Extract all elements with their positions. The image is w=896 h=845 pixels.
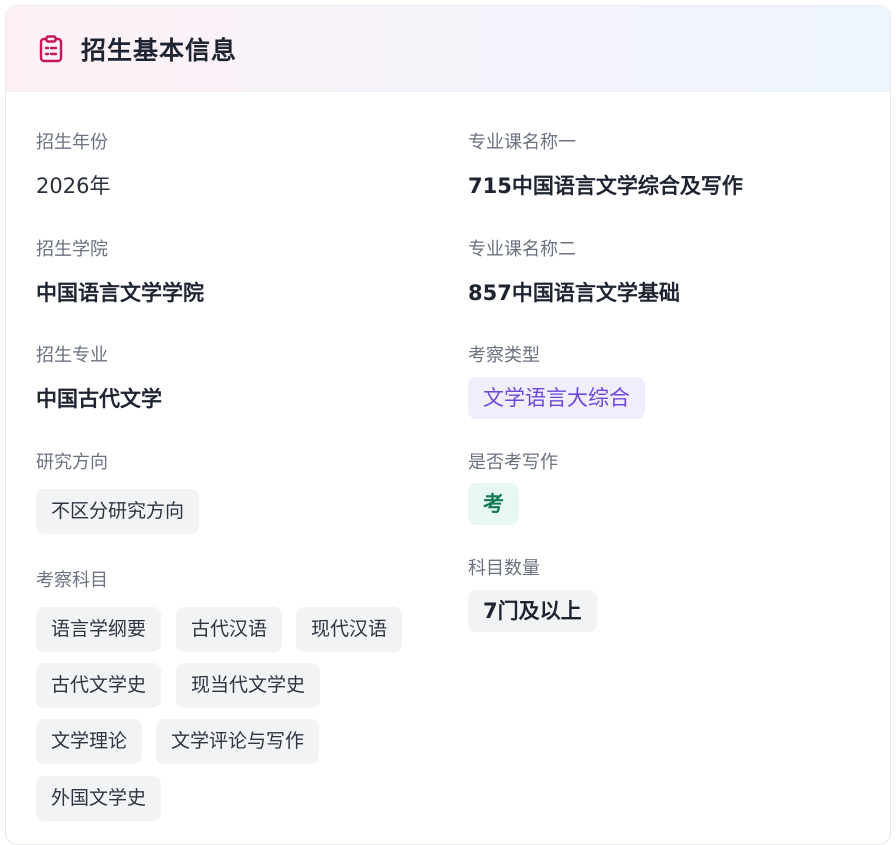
direction-tag: 不区分研究方向	[36, 489, 200, 534]
subject-tag: 文学评论与写作	[156, 719, 320, 764]
subject-tag: 外国文学史	[36, 776, 162, 821]
subject-tag: 现当代文学史	[176, 663, 321, 708]
major-value: 中国古代文学	[36, 387, 162, 411]
card-title: 招生基本信息	[81, 35, 238, 65]
subject-count-label: 科目数量	[468, 558, 540, 579]
college-value: 中国语言文学学院	[36, 281, 204, 305]
course1-label: 专业课名称一	[468, 132, 576, 153]
writing-label: 是否考写作	[468, 452, 558, 473]
writing-tag: 考	[468, 483, 519, 525]
major-label: 招生专业	[36, 345, 108, 366]
subject-tag: 语言学纲要	[36, 607, 162, 652]
direction-label: 研究方向	[36, 452, 108, 473]
subject-tag: 古代汉语	[176, 607, 283, 652]
college-label: 招生学院	[36, 239, 108, 260]
course2-label: 专业课名称二	[468, 239, 576, 260]
course1-value: 715中国语言文学综合及写作	[468, 174, 743, 198]
subject-tag: 古代文学史	[36, 663, 162, 708]
course2-value: 857中国语言文学基础	[468, 281, 680, 305]
subjects-label: 考察科目	[36, 570, 108, 591]
subject-tag: 现代汉语	[296, 607, 403, 652]
exam-type-tag: 文学语言大综合	[468, 377, 645, 419]
subject-tag: 文学理论	[36, 719, 143, 764]
admission-info-card: 招生基本信息 招生年份 2026年 招生学院 中国语言文学学院 招生专业 中国古…	[5, 5, 891, 845]
subject-count-tag: 7门及以上	[468, 590, 597, 632]
year-label: 招生年份	[36, 132, 108, 153]
clipboard-list-icon	[37, 34, 65, 64]
year-value: 2026年	[36, 174, 111, 198]
exam-type-label: 考察类型	[468, 345, 540, 366]
card-header: 招生基本信息	[6, 6, 890, 92]
